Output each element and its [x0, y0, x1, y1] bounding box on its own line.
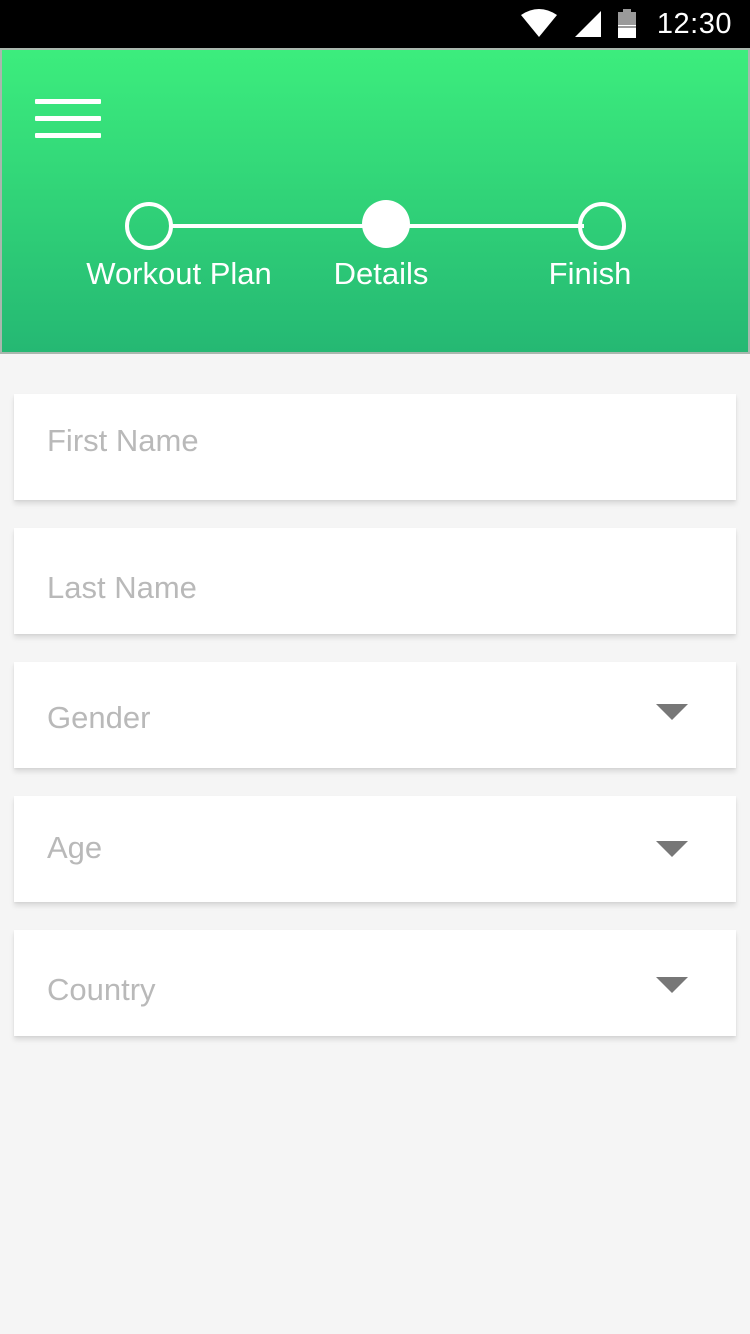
- gender-select[interactable]: Gender: [14, 662, 736, 768]
- header: Workout Plan Details Finish: [0, 48, 750, 354]
- step-dot-details[interactable]: [362, 200, 410, 248]
- status-icons: 12:30: [519, 0, 732, 48]
- details-form: First Name Last Name Gender Age Country: [14, 394, 736, 1064]
- status-time: 12:30: [656, 7, 732, 40]
- chevron-down-icon: [656, 704, 688, 720]
- last-name-placeholder: Last Name: [47, 570, 197, 605]
- first-name-field[interactable]: First Name: [14, 394, 736, 500]
- first-name-placeholder: First Name: [47, 423, 199, 458]
- step-dot-finish[interactable]: [578, 202, 626, 250]
- step-label-workout-plan: Workout Plan: [86, 256, 272, 291]
- step-label-details: Details: [333, 256, 429, 291]
- age-placeholder: Age: [47, 830, 103, 865]
- chevron-down-icon: [656, 841, 688, 857]
- signal-icon: [574, 11, 601, 37]
- status-bar: 12:30: [0, 0, 750, 48]
- gender-placeholder: Gender: [47, 700, 151, 735]
- step-label-finish: Finish: [548, 256, 632, 291]
- step-dot-workout-plan[interactable]: [125, 202, 173, 250]
- age-select[interactable]: Age: [14, 796, 736, 902]
- chevron-down-icon: [656, 977, 688, 993]
- wifi-icon: [520, 9, 557, 37]
- battery-icon: [617, 9, 636, 38]
- country-placeholder: Country: [47, 972, 156, 1007]
- progress-stepper: Workout Plan Details Finish: [2, 50, 750, 356]
- country-select[interactable]: Country: [14, 930, 736, 1036]
- step-connector: [408, 224, 584, 228]
- step-connector: [172, 224, 368, 228]
- last-name-field[interactable]: Last Name: [14, 528, 736, 634]
